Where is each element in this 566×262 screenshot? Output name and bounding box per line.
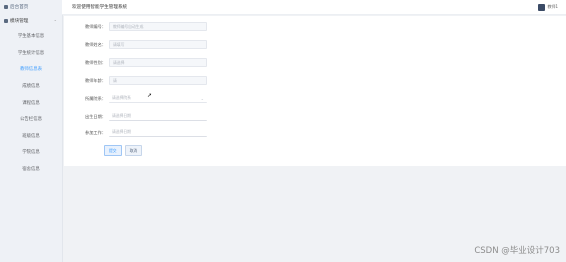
field-label: 教师年龄：	[85, 77, 106, 83]
sidebar-item-student-basic[interactable]: 学生基本信息	[0, 28, 62, 45]
field-label: 所属院系：	[85, 95, 106, 101]
chevron-down-icon: ⌄	[200, 95, 204, 101]
sidebar-item-student-stats[interactable]: 学生统计信息	[0, 45, 62, 62]
field-label: 教师编号：	[85, 23, 106, 29]
grid-icon	[4, 19, 8, 23]
user-menu[interactable]: 教师1	[538, 3, 558, 11]
user-name: 教师1	[547, 4, 558, 9]
sidebar-group-modules[interactable]: 模块管理 ⌃	[0, 14, 62, 28]
birth-date-picker[interactable]: 请选择日期	[109, 112, 207, 121]
home-icon	[4, 5, 8, 9]
form-row-teacher-id: 教师编号： 教师编号自动生成	[78, 22, 207, 31]
sidebar-item-notices[interactable]: 公告栏信息	[0, 111, 62, 128]
department-select[interactable]: 请选择院系 ⌄	[109, 94, 207, 103]
teacher-gender-field[interactable]: 请选择	[109, 58, 207, 67]
field-label: 参加工作：	[85, 129, 106, 135]
top-bar: 欢迎使用智能学生管理系统 教师1	[62, 0, 566, 15]
field-label: 教师姓名：	[85, 41, 106, 47]
form-row-work-start-date: 参加工作： 请选择日期	[78, 128, 207, 137]
sidebar-group-label: 模块管理	[10, 19, 29, 24]
mouse-cursor-icon: ➚	[147, 92, 153, 99]
cancel-button[interactable]: 取消	[124, 145, 143, 156]
form-row-teacher-age: 教师年龄： 请	[78, 76, 207, 85]
form-row-birth-date: 出生日期： 请选择日期	[78, 112, 207, 121]
form-row-teacher-name: 教师姓名： 请填写	[78, 40, 207, 49]
chevron-up-icon: ⌃	[53, 18, 57, 24]
work-start-date-picker[interactable]: 请选择日期	[109, 128, 207, 137]
teacher-age-field[interactable]: 请	[109, 76, 207, 85]
sidebar-home[interactable]: 后台首页	[0, 0, 62, 14]
sidebar-home-label: 后台首页	[10, 5, 29, 10]
teacher-name-field[interactable]: 请填写	[109, 40, 207, 49]
sidebar-item-teachers[interactable]: 教师信息表	[0, 61, 62, 78]
form-row-department: 所属院系： 请选择院系 ⌄	[78, 94, 207, 103]
sidebar: 后台首页 模块管理 ⌃ 学生基本信息 学生统计信息 教师信息表 成绩信息 课程信…	[0, 0, 63, 262]
submit-button[interactable]: 提交	[104, 145, 122, 156]
sidebar-item-grades[interactable]: 成绩信息	[0, 78, 62, 95]
field-label: 出生日期：	[85, 113, 106, 119]
avatar	[538, 3, 546, 11]
sidebar-item-classes[interactable]: 班级信息	[0, 128, 62, 145]
form-actions: 提交 取消	[104, 145, 143, 156]
department-select-value: 请选择院系	[112, 95, 131, 100]
sidebar-item-colleges[interactable]: 学院信息	[0, 144, 62, 161]
field-label: 教师性别：	[85, 59, 106, 65]
teacher-form: 教师编号： 教师编号自动生成 教师姓名： 请填写 教师性别： 请选择 教师年龄：…	[64, 16, 566, 166]
sidebar-item-dorms[interactable]: 宿舍信息	[0, 161, 62, 178]
page-title: 欢迎使用智能学生管理系统	[72, 5, 128, 10]
form-row-teacher-gender: 教师性别： 请选择	[78, 58, 207, 67]
teacher-id-field[interactable]: 教师编号自动生成	[109, 22, 207, 31]
sidebar-item-courses[interactable]: 课程信息	[0, 94, 62, 111]
watermark: CSDN @毕业设计703	[474, 246, 560, 256]
